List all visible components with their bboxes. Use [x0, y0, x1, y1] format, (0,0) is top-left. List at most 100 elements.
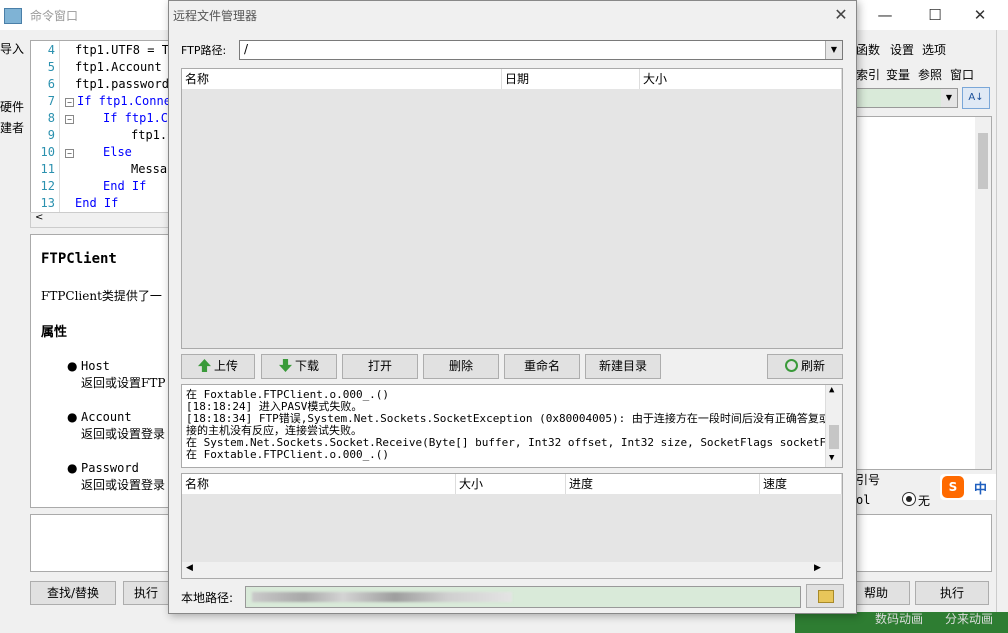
menu-reference[interactable]: 参照 — [918, 66, 942, 83]
refresh-button[interactable]: 刷新 — [767, 354, 843, 379]
column-header-date[interactable]: 日期 — [502, 69, 640, 89]
ftp-dialog-title: 远程文件管理器 — [173, 9, 258, 23]
find-replace-button[interactable]: 查找/替换 — [30, 581, 116, 605]
menu-functions[interactable]: 函数 — [856, 41, 880, 58]
gutter-divider — [59, 41, 60, 213]
code-line: If ftp1.Co — [103, 111, 170, 125]
right-window-edge — [996, 30, 1008, 612]
chevron-down-icon[interactable]: ▼ — [825, 41, 842, 59]
remote-file-list[interactable]: 名称 日期 大小 — [181, 68, 843, 349]
prop-name: Host — [81, 359, 110, 373]
run-button-left[interactable]: 执行 — [123, 581, 169, 605]
refresh-label: 刷新 — [800, 359, 825, 373]
scroll-thumb[interactable] — [978, 133, 988, 189]
new-directory-button[interactable]: 新建目录 — [585, 354, 661, 379]
open-button[interactable]: 打开 — [342, 354, 418, 379]
code-line: Else — [103, 145, 132, 159]
download-icon — [278, 359, 292, 372]
reference-dropdown[interactable]: ▼ — [856, 88, 958, 108]
code-line: If ftp1.Conne — [77, 94, 170, 108]
delete-button[interactable]: 删除 — [423, 354, 499, 379]
ftp-path-value[interactable]: / — [244, 42, 248, 56]
code-editor[interactable]: 4 ftp1.UTF8 = T 5 ftp1.Account = 6 ftp1.… — [30, 40, 170, 214]
radio-none-label[interactable]: 无 — [918, 492, 930, 509]
column-header-progress[interactable]: 进度 — [566, 474, 760, 494]
bullet-icon: ● — [67, 359, 78, 373]
fold-toggle-icon[interactable]: − — [65, 115, 74, 124]
radio-prefix-label: ol — [856, 493, 871, 507]
line-number: 10 — [40, 145, 55, 159]
scroll-left-icon[interactable]: < — [35, 212, 43, 223]
code-line: End If — [103, 179, 147, 193]
scroll-up-icon[interactable]: ▲ — [829, 385, 834, 395]
scroll-thumb[interactable] — [829, 425, 839, 449]
scroll-right-icon[interactable]: ▶ — [814, 563, 821, 573]
strip-text: 数码动画 — [875, 612, 924, 626]
transfer-horizontal-scrollbar[interactable]: ◀ ▶ — [182, 562, 842, 578]
column-header-name[interactable]: 名称 — [182, 69, 502, 89]
builder-label[interactable]: 建者 — [0, 119, 24, 136]
right-output-pane[interactable] — [856, 514, 992, 572]
column-header-size[interactable]: 大小 — [640, 69, 842, 89]
sort-az-icon[interactable]: A↓ — [962, 87, 990, 109]
column-header-speed[interactable]: 速度 — [760, 474, 842, 494]
line-number: 8 — [47, 111, 55, 125]
line-number: 13 — [40, 196, 55, 210]
command-window-title: 命令窗口 — [30, 9, 79, 23]
reference-list-scrollbar[interactable] — [975, 117, 991, 469]
sogou-logo-icon: S — [942, 476, 964, 498]
run-button-right[interactable]: 执行 — [915, 581, 989, 605]
column-header-transfer-name[interactable]: 名称 — [182, 474, 456, 494]
ftp-path-combo[interactable]: / ▼ — [239, 40, 843, 60]
fold-toggle-icon[interactable]: − — [65, 98, 74, 107]
log-box[interactable]: 在 Foxtable.FTPClient.o.000_.() [18:18:24… — [181, 384, 843, 468]
prop-desc: 返回或设置登录 — [81, 427, 166, 441]
ime-mode-label[interactable]: 中 — [974, 478, 987, 497]
log-scrollbar[interactable]: ▲ ▼ — [825, 385, 842, 467]
download-label: 下载 — [294, 359, 319, 373]
code-line: ftp1.C — [131, 128, 169, 142]
help-heading: FTPClient — [41, 251, 117, 267]
fold-toggle-icon[interactable]: − — [65, 149, 74, 158]
local-path-field[interactable] — [245, 586, 801, 608]
minimize-button[interactable]: — — [870, 5, 900, 25]
transfer-list[interactable]: 名称 大小 进度 速度 ◀ ▶ — [181, 473, 843, 579]
help-pane: FTPClient FTPClient类提供了一 属性 ● Host 返回或设置… — [30, 234, 172, 508]
output-pane[interactable] — [30, 514, 172, 572]
menu-settings[interactable]: 设置 — [890, 41, 914, 58]
menu-variables[interactable]: 变量 — [886, 66, 910, 83]
upload-label: 上传 — [213, 359, 238, 373]
code-horizontal-scrollbar[interactable]: < — [30, 212, 170, 228]
close-button[interactable]: ✕ — [965, 5, 995, 25]
import-label[interactable]: 导入 — [0, 40, 24, 57]
maximize-button[interactable]: ☐ — [920, 5, 950, 25]
reference-list[interactable] — [856, 116, 992, 470]
column-header-transfer-size[interactable]: 大小 — [456, 474, 566, 494]
help-section-title: 属性 — [41, 325, 68, 340]
prop-desc: 返回或设置登录 — [81, 478, 166, 492]
browse-folder-button[interactable] — [806, 584, 844, 608]
line-number: 12 — [40, 179, 55, 193]
code-line: ftp1.password — [75, 77, 169, 91]
rename-button[interactable]: 重命名 — [504, 354, 580, 379]
download-button[interactable]: 下载 — [261, 354, 337, 379]
chevron-down-icon[interactable]: ▼ — [941, 89, 957, 107]
close-icon[interactable]: ✕ — [829, 4, 853, 26]
line-number: 5 — [47, 60, 55, 74]
log-line: 在 Foxtable.FTPClient.o.000_.() — [186, 448, 390, 461]
menu-index[interactable]: 索引 — [856, 66, 880, 83]
line-number: 7 — [47, 94, 55, 108]
app-icon — [4, 8, 22, 24]
scroll-left-icon[interactable]: ◀ — [186, 563, 193, 573]
radio-dot — [906, 496, 912, 502]
menu-window[interactable]: 窗口 — [950, 66, 974, 83]
line-number: 6 — [47, 77, 55, 91]
local-path-label: 本地路径: — [181, 591, 234, 605]
menu-options[interactable]: 选项 — [922, 41, 946, 58]
hardware-label[interactable]: 硬件 — [0, 98, 24, 115]
line-number: 9 — [47, 128, 55, 142]
ftp-path-label: FTP路径: — [181, 44, 227, 57]
scroll-down-icon[interactable]: ▼ — [829, 453, 834, 463]
upload-button[interactable]: 上传 — [181, 354, 255, 379]
radio-none[interactable] — [902, 492, 916, 506]
